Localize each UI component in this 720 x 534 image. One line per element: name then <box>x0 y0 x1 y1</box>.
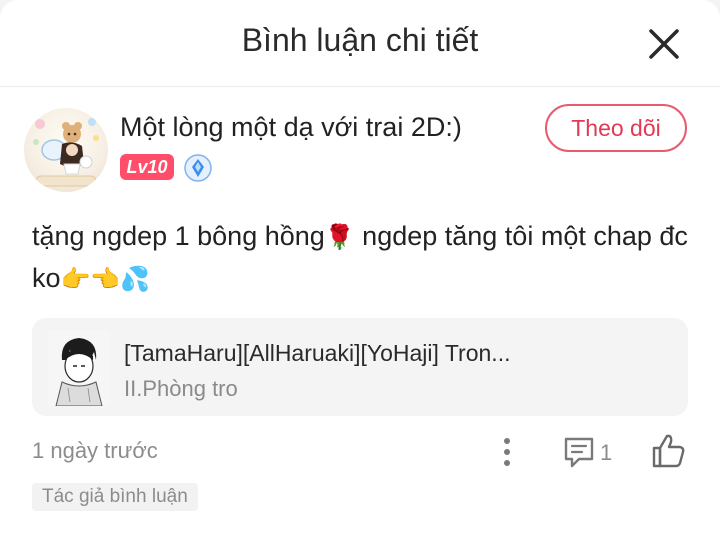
close-icon <box>649 29 679 59</box>
comment-detail-sheet: Bình luận chi tiết Một lòng một dạ với t… <box>0 0 720 534</box>
comment-timestamp: 1 ngày trước <box>32 438 158 463</box>
sheet-title: Bình luận chi tiết <box>241 22 479 58</box>
chapter-thumbnail <box>48 330 110 406</box>
vip-badge <box>184 154 212 182</box>
rose-emoji: 🌹 <box>324 224 355 251</box>
close-button[interactable] <box>642 22 686 66</box>
like-button[interactable] <box>650 432 686 470</box>
chapter-link-card[interactable]: [TamaHaru][AllHaruaki][YoHaji] Tron... I… <box>32 318 688 416</box>
chapter-subtitle: II.Phòng tro <box>124 376 238 401</box>
manga-cover-image <box>48 330 110 406</box>
sheet-header: Bình luận chi tiết <box>0 0 720 87</box>
username[interactable]: Một lòng một dạ với trai 2D:) <box>120 112 462 143</box>
comment-text: tặng ngdep 1 bông hồng🌹 ngdep tăng tôi m… <box>32 216 692 300</box>
avatar-illustration <box>33 118 99 187</box>
comment-icon <box>564 437 594 468</box>
chapter-title: [TamaHaru][AllHaruaki][YoHaji] Tron... <box>124 340 511 366</box>
avatar[interactable] <box>24 108 108 192</box>
vip-diamond-icon <box>184 154 212 182</box>
reply-button[interactable] <box>562 434 596 470</box>
thumbs-up-icon <box>652 434 685 468</box>
more-vertical-icon <box>504 438 510 466</box>
reply-count: 1 <box>600 440 613 465</box>
more-options-button[interactable] <box>494 434 520 470</box>
author-comment-tag: Tác giả bình luận <box>32 483 198 511</box>
comment-text-part1: tặng ngdep 1 bông hồng <box>32 221 325 251</box>
level-badge: Lv10 <box>120 154 174 180</box>
follow-button[interactable]: Theo dõi <box>545 104 687 152</box>
trailing-emojis: 👉👈💦 <box>60 266 151 293</box>
